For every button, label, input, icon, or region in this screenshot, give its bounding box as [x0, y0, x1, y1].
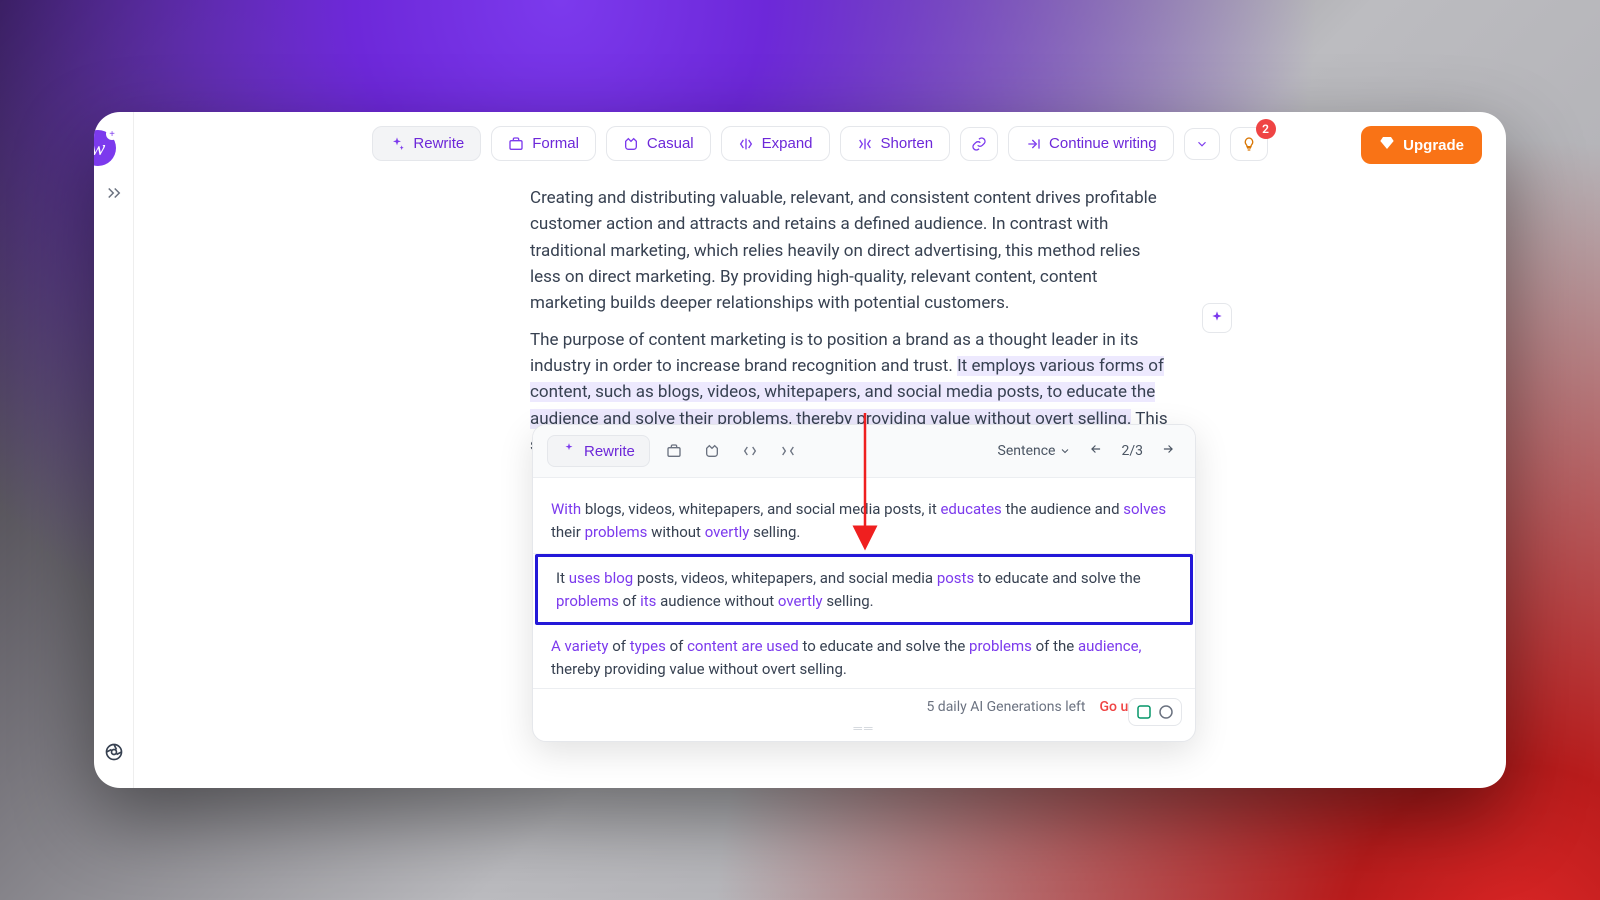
casual-icon [623, 136, 639, 152]
logo-letter: w [94, 135, 105, 161]
suggestion-item[interactable]: A variety of types of content are used t… [533, 625, 1195, 688]
diamond-icon [1379, 135, 1395, 155]
rewrite-button[interactable]: Rewrite [372, 126, 481, 161]
scope-label: Sentence [998, 443, 1056, 459]
lightbulb-icon [1241, 136, 1257, 152]
ideas-button-wrap: 2 [1230, 127, 1268, 161]
generations-left-label: 5 daily AI Generations left [926, 699, 1085, 715]
resize-handle-icon[interactable]: ══ [533, 721, 1195, 741]
more-chevron-button[interactable] [1184, 128, 1220, 160]
left-rail [94, 112, 134, 788]
panel-rewrite-label: Rewrite [584, 443, 635, 460]
suggestion-item[interactable]: It uses blog posts, videos, whitepapers,… [535, 554, 1193, 625]
suggestion-item[interactable]: With blogs, videos, whitepapers, and soc… [533, 488, 1195, 554]
shorten-label: Shorten [881, 135, 934, 152]
panel-formal-icon[interactable] [660, 437, 688, 465]
sparkle-icon [389, 136, 405, 152]
panel-rewrite-button[interactable]: Rewrite [547, 435, 650, 467]
browser-icon[interactable] [96, 734, 132, 774]
expand-icon [738, 136, 754, 152]
link-icon [971, 136, 987, 152]
formal-label: Formal [532, 135, 579, 152]
continue-writing-button[interactable]: Continue writing [1008, 126, 1174, 161]
upgrade-label: Upgrade [1403, 137, 1464, 154]
dock-icon-1[interactable] [1135, 703, 1153, 721]
paragraph-1[interactable]: Creating and distributing valuable, rele… [530, 185, 1174, 317]
shorten-button[interactable]: Shorten [840, 126, 951, 161]
inline-ai-button[interactable] [1202, 303, 1232, 333]
prev-suggestion-button[interactable] [1083, 438, 1109, 464]
continue-label: Continue writing [1049, 135, 1157, 152]
main-area: Rewrite Formal Casual Expand Shorten [134, 112, 1506, 788]
shorten-icon [857, 136, 873, 152]
panel-header-left: Rewrite [547, 435, 802, 467]
app-window: w + Rewrite Formal Casual [94, 112, 1506, 788]
casual-label: Casual [647, 135, 694, 152]
dock-icon-2[interactable] [1157, 703, 1175, 721]
expand-rail-icon[interactable] [97, 176, 131, 214]
pager-label: 2/3 [1121, 443, 1143, 459]
rewrite-label: Rewrite [413, 135, 464, 152]
sparkle-icon [562, 442, 576, 460]
suggestions-list: With blogs, videos, whitepapers, and soc… [533, 478, 1195, 688]
notification-badge: 2 [1256, 119, 1276, 139]
panel-expand-icon[interactable] [736, 437, 764, 465]
logo-plus-icon: + [106, 128, 118, 140]
chevron-down-icon [1195, 137, 1209, 151]
rewrite-panel: Rewrite Sentence 2/3 [532, 424, 1196, 742]
scope-selector[interactable]: Sentence [998, 443, 1072, 459]
toolbar: Rewrite Formal Casual Expand Shorten [134, 112, 1506, 175]
rewrite-panel-footer: 5 daily AI Generations left Go unlimited [533, 688, 1195, 721]
casual-button[interactable]: Casual [606, 126, 711, 161]
briefcase-icon [508, 136, 524, 152]
panel-casual-icon[interactable] [698, 437, 726, 465]
formal-button[interactable]: Formal [491, 126, 596, 161]
upgrade-button[interactable]: Upgrade [1361, 126, 1482, 164]
link-button[interactable] [960, 127, 998, 161]
next-suggestion-button[interactable] [1155, 438, 1181, 464]
expand-button[interactable]: Expand [721, 126, 830, 161]
expand-label: Expand [762, 135, 813, 152]
continue-icon [1025, 136, 1041, 152]
panel-shorten-icon[interactable] [774, 437, 802, 465]
rewrite-panel-header: Rewrite Sentence 2/3 [533, 425, 1195, 478]
panel-header-right: Sentence 2/3 [998, 438, 1181, 464]
bottom-dock [1128, 698, 1182, 726]
